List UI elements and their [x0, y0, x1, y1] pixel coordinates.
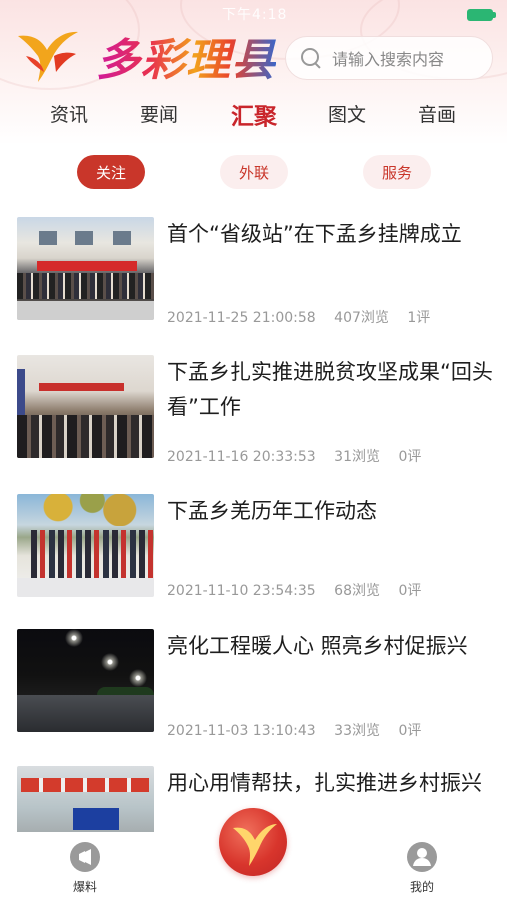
news-title: 首个“省级站”在下孟乡挂牌成立 — [167, 222, 462, 246]
nav-mine[interactable]: 我的 — [392, 842, 452, 895]
news-item[interactable]: 首个“省级站”在下孟乡挂牌成立 2021-11-25 21:00:58 407浏… — [0, 217, 507, 337]
news-title: 下孟乡羌历年工作动态 — [167, 499, 377, 523]
news-thumbnail — [17, 629, 154, 732]
app-title: 多彩理县 — [96, 24, 276, 88]
news-comments: 0评 — [398, 449, 422, 465]
news-item[interactable]: 下孟乡扎实推进脱贫攻坚成果“回头看”工作 2021-11-16 20:33:53… — [0, 355, 507, 475]
nav-label-mine: 我的 — [409, 880, 434, 894]
tab-pictures[interactable]: 图文 — [328, 100, 366, 127]
news-item[interactable]: 亮化工程暖人心 照亮乡村促振兴 2021-11-03 13:10:43 33浏览… — [0, 629, 507, 749]
subtab-service[interactable]: 服务 — [363, 155, 431, 189]
news-meta: 2021-11-03 13:10:43 33浏览 0评 — [167, 720, 435, 740]
search-placeholder: 请输入搜索内容 — [332, 50, 445, 69]
tab-headlines[interactable]: 要闻 — [140, 100, 178, 127]
news-thumbnail — [17, 355, 154, 458]
home-button[interactable] — [219, 808, 287, 876]
news-views: 33浏览 — [334, 723, 380, 739]
search-icon — [300, 47, 322, 69]
subtab-outreach[interactable]: 外联 — [220, 155, 288, 189]
nav-tip-off[interactable]: 爆料 — [55, 842, 115, 895]
profile-icon — [407, 842, 437, 872]
app-logo-icon — [18, 31, 78, 83]
search-bar[interactable]: 请输入搜索内容 — [285, 36, 493, 80]
news-meta: 2021-11-25 21:00:58 407浏览 1评 — [167, 307, 444, 327]
tab-audio-video[interactable]: 音画 — [418, 100, 456, 127]
news-title: 下孟乡扎实推进脱贫攻坚成果“回头看”工作 — [167, 360, 493, 419]
news-meta: 2021-11-10 23:54:35 68浏览 0评 — [167, 580, 435, 600]
nav-label-tip-off: 爆料 — [72, 880, 97, 894]
header: 下午4:18 多彩理县 请输入搜索内容 资讯 要闻 汇聚 图文 音画 — [0, 0, 507, 145]
news-views: 31浏览 — [334, 449, 380, 465]
home-logo-icon — [233, 824, 277, 866]
news-datetime: 2021-11-25 21:00:58 — [167, 310, 316, 326]
tab-gather[interactable]: 汇聚 — [231, 97, 277, 131]
news-title: 用心用情帮扶，扎实推进乡村振兴 — [167, 771, 482, 795]
news-item[interactable]: 下孟乡羌历年工作动态 2021-11-10 23:54:35 68浏览 0评 — [0, 494, 507, 614]
news-views: 407浏览 — [334, 310, 389, 326]
news-datetime: 2021-11-10 23:54:35 — [167, 583, 316, 599]
news-datetime: 2021-11-16 20:33:53 — [167, 449, 316, 465]
news-datetime: 2021-11-03 13:10:43 — [167, 723, 316, 739]
news-comments: 0评 — [398, 723, 422, 739]
news-meta: 2021-11-16 20:33:53 31浏览 0评 — [167, 446, 435, 466]
subtab-follow[interactable]: 关注 — [77, 155, 145, 189]
category-tabs: 资讯 要闻 汇聚 图文 音画 — [0, 100, 507, 134]
news-thumbnail — [17, 217, 154, 320]
tab-news[interactable]: 资讯 — [50, 100, 88, 127]
news-comments: 1评 — [407, 310, 431, 326]
news-title: 亮化工程暖人心 照亮乡村促振兴 — [167, 634, 468, 658]
status-time: 下午4:18 — [222, 7, 288, 23]
news-views: 68浏览 — [334, 583, 380, 599]
news-thumbnail — [17, 494, 154, 597]
news-comments: 0评 — [398, 583, 422, 599]
battery-icon — [467, 9, 496, 21]
tip-off-icon — [70, 842, 100, 872]
